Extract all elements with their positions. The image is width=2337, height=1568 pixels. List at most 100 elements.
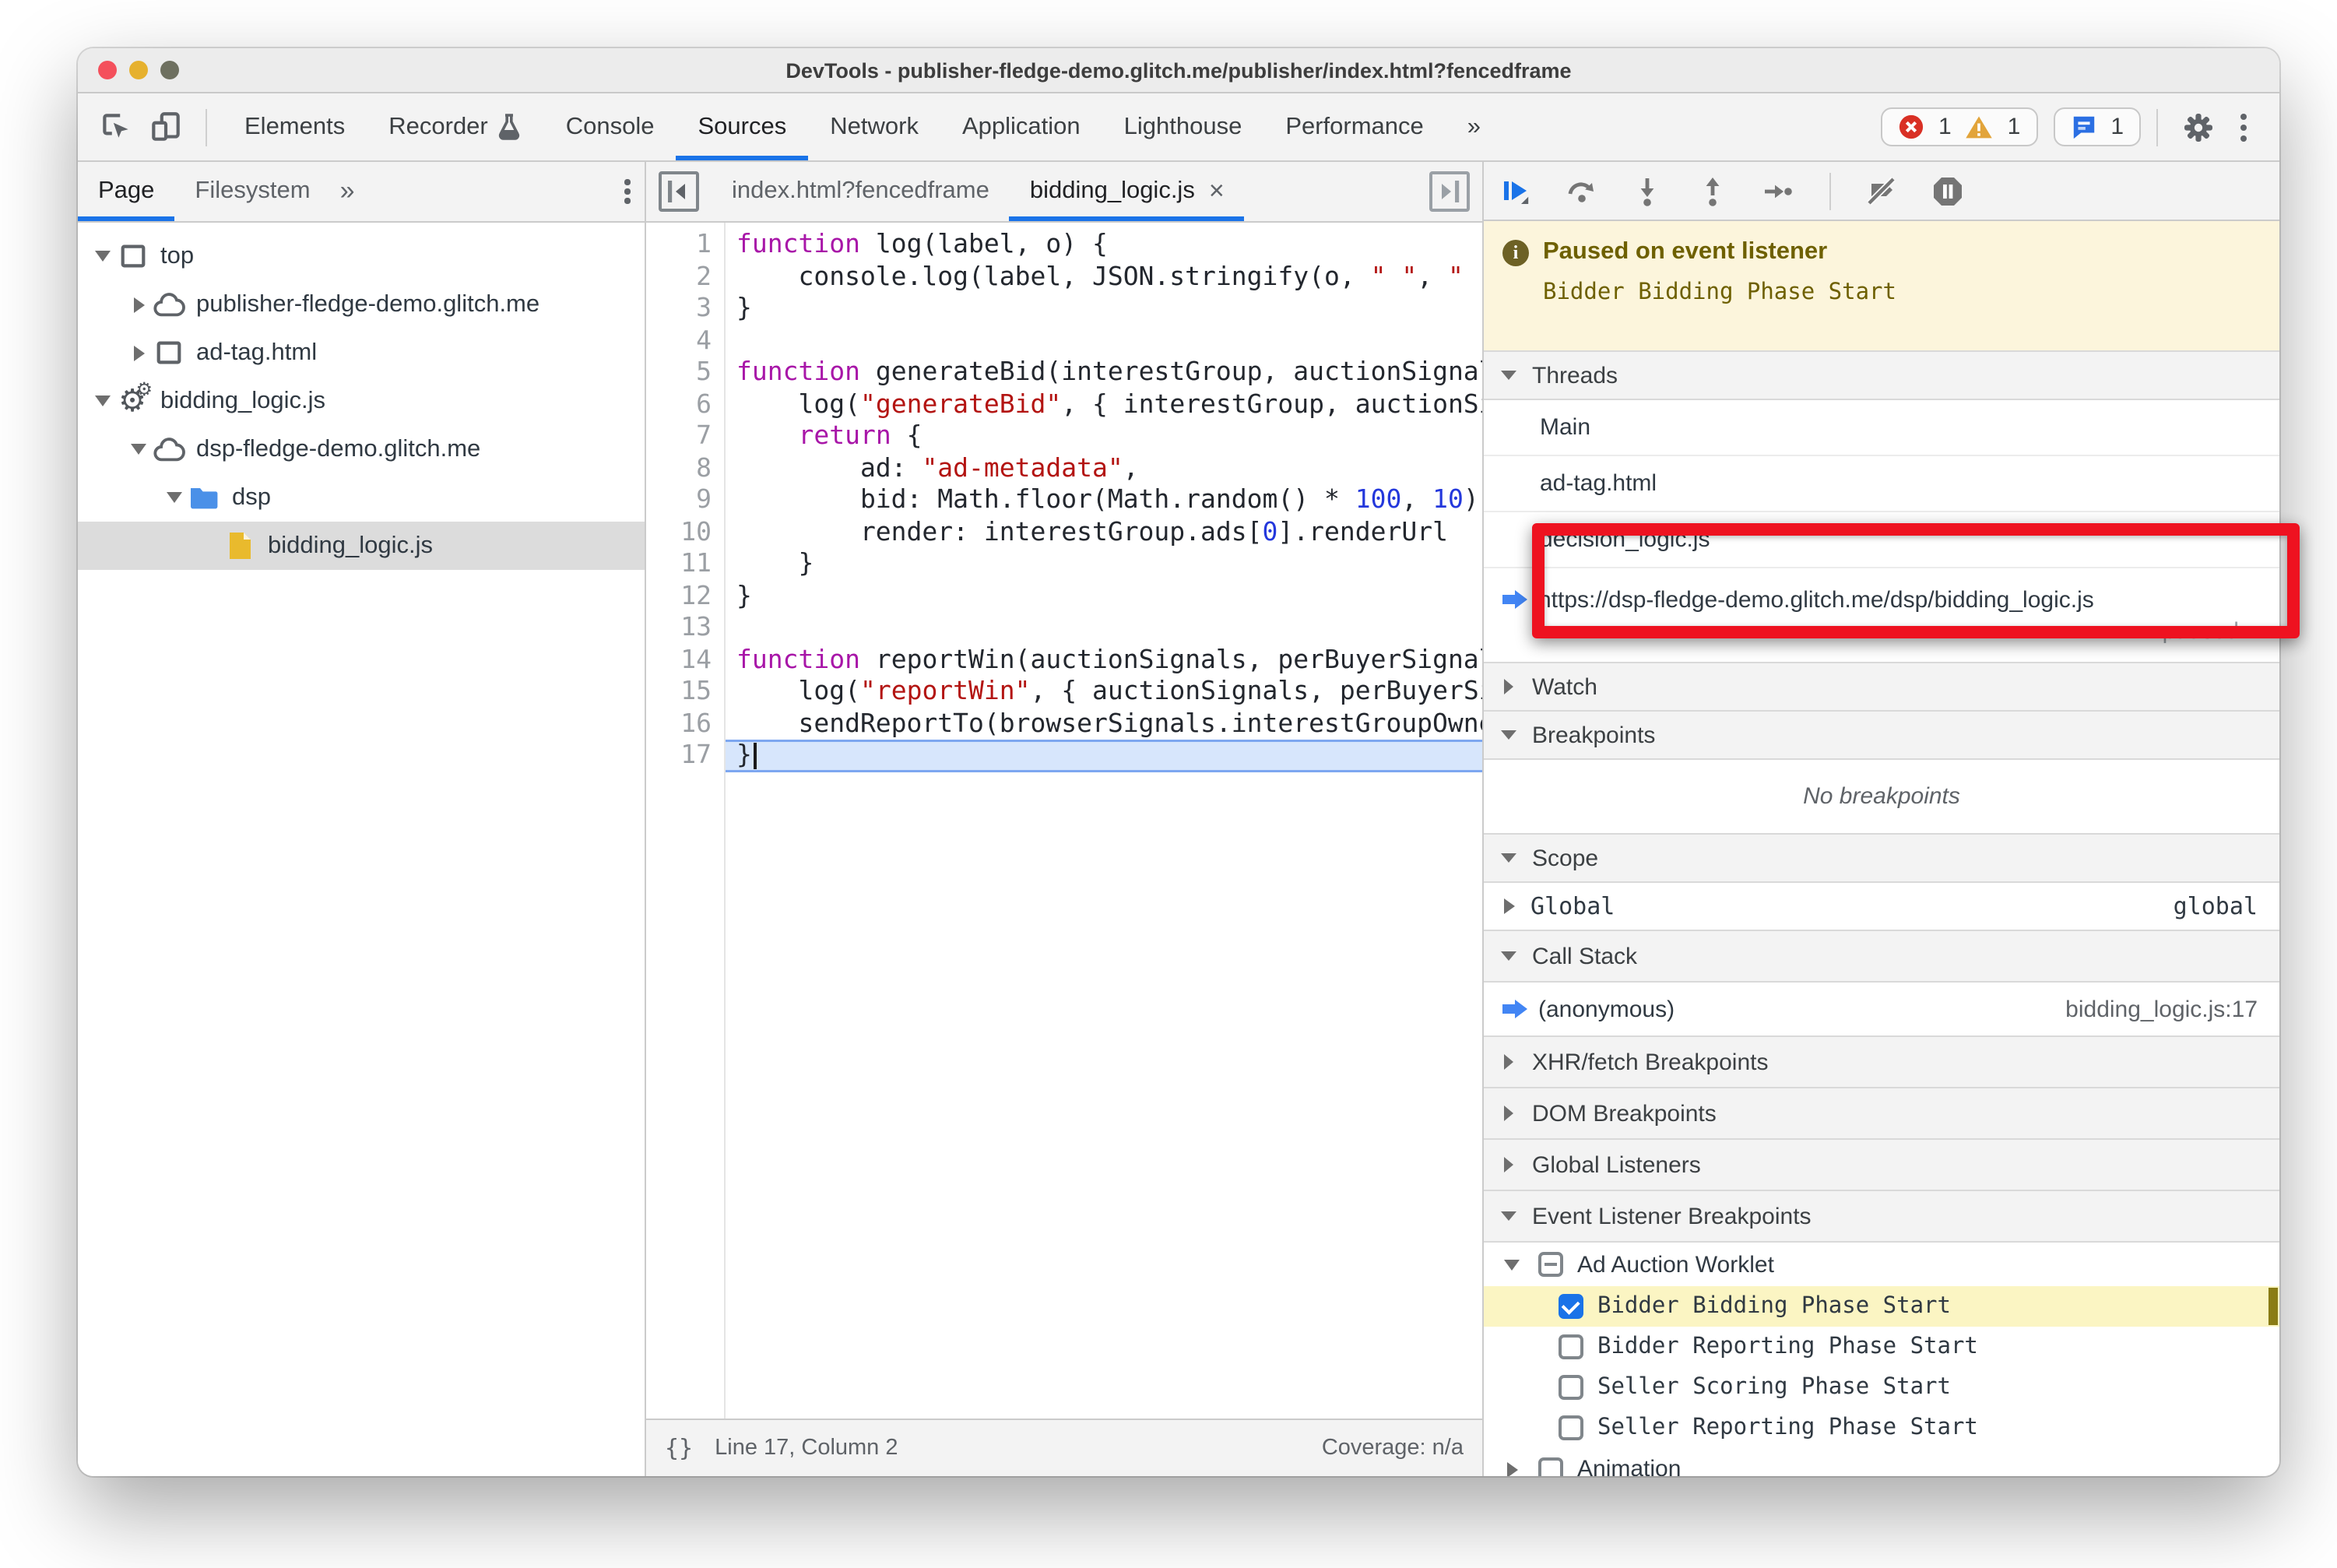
event-bp-group-animation[interactable]: Animation: [1484, 1448, 2279, 1476]
step-out-icon[interactable]: [1696, 174, 1730, 208]
thread-item-paused[interactable]: https://dsp-fledge-demo.glitch.me/dsp/bi…: [1484, 568, 2279, 663]
code-line-5[interactable]: 5 function generateBid(interestGroup, auc…: [646, 357, 1482, 388]
tab-performance[interactable]: Performance: [1263, 93, 1445, 160]
thread-item-main[interactable]: Main: [1484, 400, 2279, 456]
chevron-down-icon[interactable]: [1499, 1259, 1524, 1270]
section-call-stack[interactable]: Call Stack: [1484, 930, 2279, 983]
code-line-7[interactable]: 7 return {: [646, 420, 1482, 452]
section-breakpoints[interactable]: Breakpoints: [1484, 710, 2279, 760]
code-line-4[interactable]: 4: [646, 325, 1482, 357]
tab-application[interactable]: Application: [940, 93, 1102, 160]
section-global-listeners[interactable]: Global Listeners: [1484, 1138, 2279, 1191]
code-line-3[interactable]: 3}: [646, 293, 1482, 325]
tab-sources[interactable]: Sources: [676, 93, 809, 160]
editor-tab-bidding-logic-js[interactable]: bidding_logic.js ×: [1010, 162, 1245, 221]
tab-filesystem[interactable]: Filesystem: [174, 162, 330, 221]
close-window-button[interactable]: [98, 61, 117, 79]
event-bp-seller-reporting-phase-start[interactable]: Seller Reporting Phase Start: [1484, 1408, 2279, 1448]
editor-status-bar: {} Line 17, Column 2 Coverage: n/a: [646, 1419, 1482, 1476]
chevron-right-icon[interactable]: [1499, 1461, 1524, 1476]
step-icon[interactable]: [1761, 174, 1795, 208]
tree-item-publisher-fledge-demo-glitch-me[interactable]: publisher-fledge-demo.glitch.me: [78, 280, 645, 329]
device-toolbar-icon[interactable]: [145, 107, 185, 147]
pretty-print-icon[interactable]: {}: [665, 1434, 693, 1462]
event-bp-seller-scoring-phase-start[interactable]: Seller Scoring Phase Start: [1484, 1367, 2279, 1408]
show-debugger-sidebar-icon[interactable]: [1429, 171, 1470, 212]
minimize-window-button[interactable]: [129, 61, 148, 79]
scope-global-row[interactable]: Global global: [1484, 883, 2279, 931]
chevron-down-icon[interactable]: [126, 444, 151, 455]
checkbox-indeterminate[interactable]: [1538, 1252, 1563, 1277]
tree-item-bidding-logic-js[interactable]: bidding_logic.js: [78, 522, 645, 570]
code-line-15[interactable]: 15 log("reportWin", { auctionSignals, pe…: [646, 676, 1482, 708]
hide-navigator-icon[interactable]: [659, 171, 699, 212]
checkbox-unchecked[interactable]: [1559, 1375, 1583, 1400]
checkbox-unchecked[interactable]: [1559, 1334, 1583, 1359]
inspect-element-icon[interactable]: [95, 107, 135, 147]
code-line-10[interactable]: 10 render: interestGroup.ads[0].renderUr…: [646, 516, 1482, 548]
code-line-2[interactable]: 2 console.log(label, JSON.stringify(o, "…: [646, 261, 1482, 293]
tab-[interactable]: »: [1446, 93, 1502, 160]
code-line-6[interactable]: 6 log("generateBid", { interestGroup, au…: [646, 388, 1482, 420]
tab-network[interactable]: Network: [808, 93, 940, 160]
section-threads[interactable]: Threads: [1484, 350, 2279, 400]
resume-script-icon[interactable]: [1499, 174, 1534, 208]
code-line-1[interactable]: 1 function log(label, o) {: [646, 229, 1482, 261]
tree-item-ad-tag-html[interactable]: ad-tag.html: [78, 329, 645, 377]
section-xhr-breakpoints[interactable]: XHR/fetch Breakpoints: [1484, 1035, 2279, 1088]
call-stack-frame[interactable]: (anonymous) bidding_logic.js:17: [1484, 983, 2279, 1037]
line-content: ad: "ad-metadata",: [736, 452, 1139, 482]
tab-recorder[interactable]: Recorder: [367, 93, 544, 160]
tree-item-dsp-fledge-demo-glitch-me[interactable]: dsp-fledge-demo.glitch.me: [78, 425, 645, 473]
code-line-13[interactable]: 13: [646, 612, 1482, 644]
chevron-down-icon[interactable]: [90, 396, 115, 406]
thread-item-decision-logic-js[interactable]: decision_logic.js: [1484, 512, 2279, 568]
step-over-icon[interactable]: [1565, 174, 1599, 208]
code-editor[interactable]: 1 function log(label, o) {2 console.log(l…: [646, 223, 1482, 1419]
tab-elements[interactable]: Elements: [223, 93, 367, 160]
checkbox-unchecked[interactable]: [1538, 1457, 1563, 1476]
pause-on-exceptions-icon[interactable]: [1931, 174, 1965, 208]
chevron-down-icon[interactable]: [162, 492, 187, 503]
errors-warnings-badge[interactable]: 1 1: [1880, 107, 2038, 146]
section-event-listener-breakpoints[interactable]: Event Listener Breakpoints: [1484, 1190, 2279, 1243]
execution-pointer-icon: [1502, 590, 1527, 609]
code-line-16[interactable]: 16 sendReportTo(browserSignals.interestG…: [646, 708, 1482, 740]
section-scope[interactable]: Scope: [1484, 833, 2279, 883]
tree-item-bidding-logic-js[interactable]: ⚙ ⚙ bidding_logic.js: [78, 377, 645, 425]
event-bp-bidder-bidding-phase-start[interactable]: Bidder Bidding Phase Start: [1484, 1286, 2279, 1327]
line-number: 4: [696, 325, 712, 354]
checkbox-checked[interactable]: [1559, 1294, 1583, 1319]
tree-item-dsp[interactable]: dsp: [78, 473, 645, 522]
zoom-window-button[interactable]: [160, 61, 179, 79]
deactivate-breakpoints-icon[interactable]: [1865, 174, 1899, 208]
close-icon[interactable]: ×: [1209, 176, 1225, 207]
section-dom-breakpoints[interactable]: DOM Breakpoints: [1484, 1087, 2279, 1140]
chevron-down-icon[interactable]: [90, 251, 115, 262]
chevron-right-icon[interactable]: [126, 345, 151, 360]
code-line-9[interactable]: 9 bid: Math.floor(Math.random() * 100, 1…: [646, 484, 1482, 516]
tree-item-label: bidding_logic.js: [160, 387, 325, 413]
editor-tab-index-html-fencedframe[interactable]: index.html?fencedframe: [712, 162, 1010, 221]
more-options-icon[interactable]: [2228, 107, 2259, 147]
tree-item-top[interactable]: top: [78, 232, 645, 280]
settings-gear-icon[interactable]: [2178, 107, 2219, 147]
checkbox-unchecked[interactable]: [1559, 1415, 1583, 1440]
tab-page[interactable]: Page: [78, 162, 174, 221]
issues-badge[interactable]: 1: [2053, 107, 2141, 146]
step-into-icon[interactable]: [1630, 174, 1664, 208]
code-line-12[interactable]: 12}: [646, 580, 1482, 612]
code-line-8[interactable]: 8 ad: "ad-metadata",: [646, 452, 1482, 484]
tab-lighthouse[interactable]: Lighthouse: [1102, 93, 1264, 160]
code-line-17[interactable]: 17}: [646, 740, 1482, 772]
navigator-more-icon[interactable]: [610, 179, 645, 204]
thread-item-ad-tag-html[interactable]: ad-tag.html: [1484, 456, 2279, 512]
tab-console[interactable]: Console: [544, 93, 676, 160]
code-line-11[interactable]: 11 }: [646, 548, 1482, 580]
section-watch[interactable]: Watch: [1484, 662, 2279, 712]
event-bp-bidder-reporting-phase-start[interactable]: Bidder Reporting Phase Start: [1484, 1327, 2279, 1367]
chevron-right-icon[interactable]: [126, 297, 151, 312]
event-bp-group-ad-auction-worklet[interactable]: Ad Auction Worklet: [1484, 1243, 2279, 1286]
code-line-14[interactable]: 14 function reportWin(auctionSignals, per…: [646, 644, 1482, 676]
more-tabs-icon[interactable]: »: [331, 176, 364, 207]
